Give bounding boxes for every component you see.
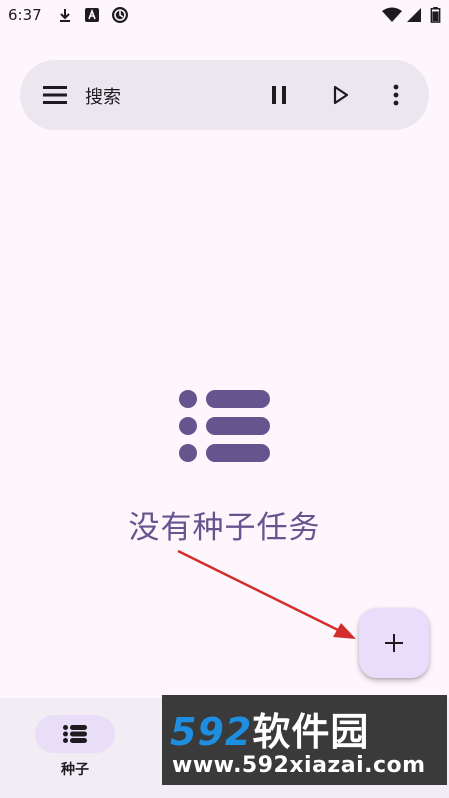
list-icon xyxy=(63,725,87,743)
status-time: 6:37 xyxy=(8,6,42,24)
nav-indicator xyxy=(35,715,115,753)
watermark-brand-text: 软件园 xyxy=(252,710,370,754)
play-icon xyxy=(333,85,349,105)
search-bar[interactable]: 搜索 xyxy=(20,60,429,130)
pause-icon xyxy=(272,86,286,104)
watermark-brand: 592软件园 xyxy=(170,701,369,756)
list-icon xyxy=(179,390,270,462)
add-torrent-button[interactable] xyxy=(359,608,429,678)
pause-all-button[interactable] xyxy=(262,78,296,112)
nav-item-label: 种子 xyxy=(61,762,89,778)
nav-item-torrents[interactable]: 种子 xyxy=(30,712,120,782)
plus-icon xyxy=(385,634,403,652)
annotation-arrow xyxy=(177,549,356,639)
more-options-button[interactable] xyxy=(379,78,413,112)
a-badge-icon xyxy=(85,8,99,22)
watermark-url: www.592xiazai.com xyxy=(172,753,426,778)
menu-button[interactable] xyxy=(38,80,72,110)
more-vert-icon xyxy=(393,84,399,106)
resume-all-button[interactable] xyxy=(323,78,357,112)
watermark: 592软件园 www.592xiazai.com xyxy=(162,695,447,785)
hamburger-menu-icon xyxy=(43,86,67,104)
download-icon xyxy=(60,9,70,22)
battery-icon xyxy=(430,7,441,23)
cell-signal-icon xyxy=(407,8,421,22)
watermark-digits: 592 xyxy=(170,710,253,754)
status-bar: 6:37 xyxy=(0,0,449,32)
wifi-icon xyxy=(382,7,402,22)
empty-state-message: 没有种子任务 xyxy=(128,510,321,546)
sync-icon xyxy=(112,7,128,23)
search-input[interactable]: 搜索 xyxy=(85,83,121,109)
